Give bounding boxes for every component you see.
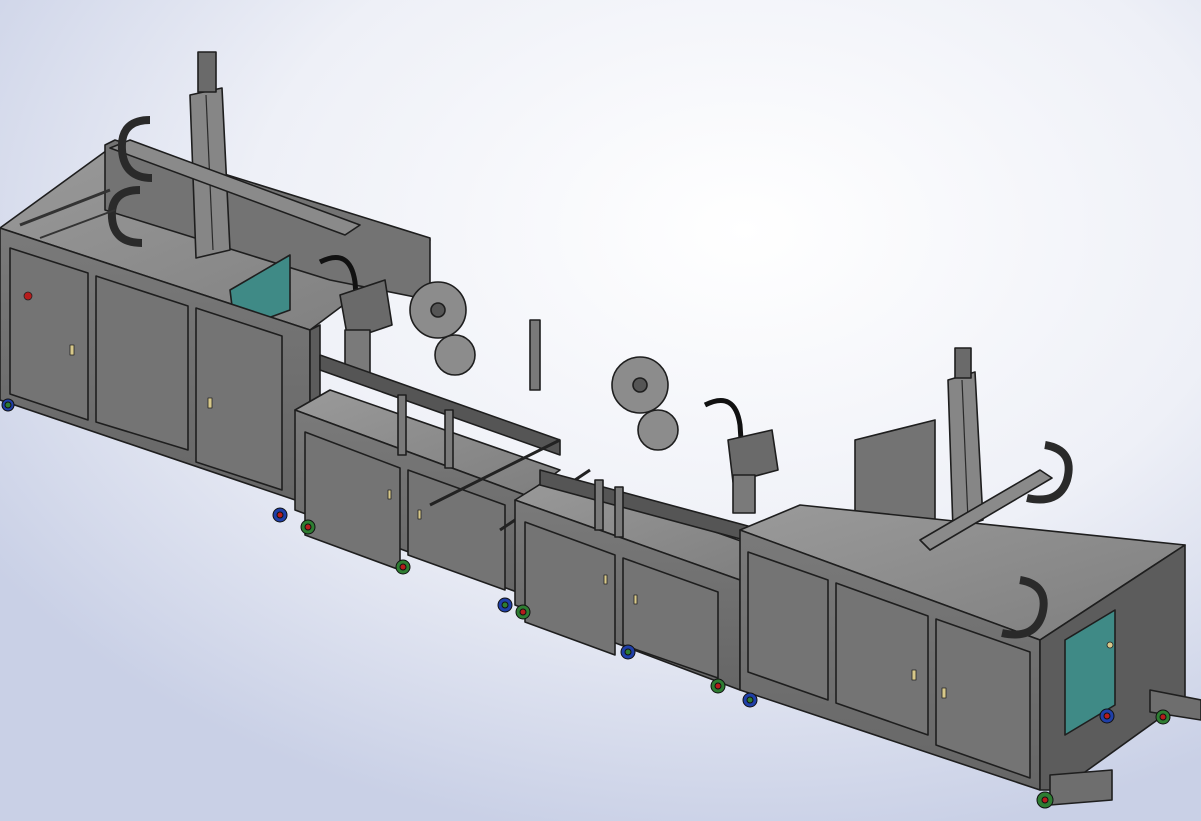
caster-wheel-icon <box>395 559 411 575</box>
cad-render-scene <box>0 0 1201 821</box>
gantry-motor <box>954 347 972 379</box>
door-handle <box>941 687 947 699</box>
left-door-2 <box>95 275 189 451</box>
support-post <box>614 486 624 538</box>
tape-reel-icon <box>637 409 679 451</box>
caster-wheel-icon <box>710 678 726 694</box>
support-post <box>444 409 454 469</box>
caster-wheel-icon <box>742 692 758 708</box>
support-post <box>397 394 407 456</box>
caster-wheel-icon <box>1036 791 1054 809</box>
tape-reel-hub <box>430 302 446 318</box>
left-door-1 <box>9 247 89 421</box>
support-post <box>594 479 604 531</box>
caster-wheel-icon <box>497 597 513 613</box>
door-handle <box>69 344 75 356</box>
door-handle <box>911 669 917 681</box>
camera-body <box>732 474 756 514</box>
vertical-cylinder <box>529 319 541 391</box>
tape-reel-icon <box>434 334 476 376</box>
door-handle <box>417 509 422 520</box>
tape-reel-hub <box>632 377 648 393</box>
caster-wheel-icon <box>515 604 531 620</box>
caster-wheel-icon <box>620 644 636 660</box>
lock-icon <box>1106 641 1114 649</box>
emergency-stop-icon <box>23 291 33 301</box>
door-handle <box>387 489 392 500</box>
door-handle <box>207 397 213 409</box>
door-handle <box>603 574 608 585</box>
caster-wheel-icon <box>1099 708 1115 724</box>
caster-wheel-icon <box>1155 709 1171 725</box>
caster-wheel-icon <box>1 398 15 412</box>
caster-wheel-icon <box>272 507 288 523</box>
door-handle <box>633 594 638 605</box>
floor-extension-rail <box>1049 769 1113 806</box>
caster-wheel-icon <box>300 519 316 535</box>
gantry-motor <box>197 51 217 93</box>
